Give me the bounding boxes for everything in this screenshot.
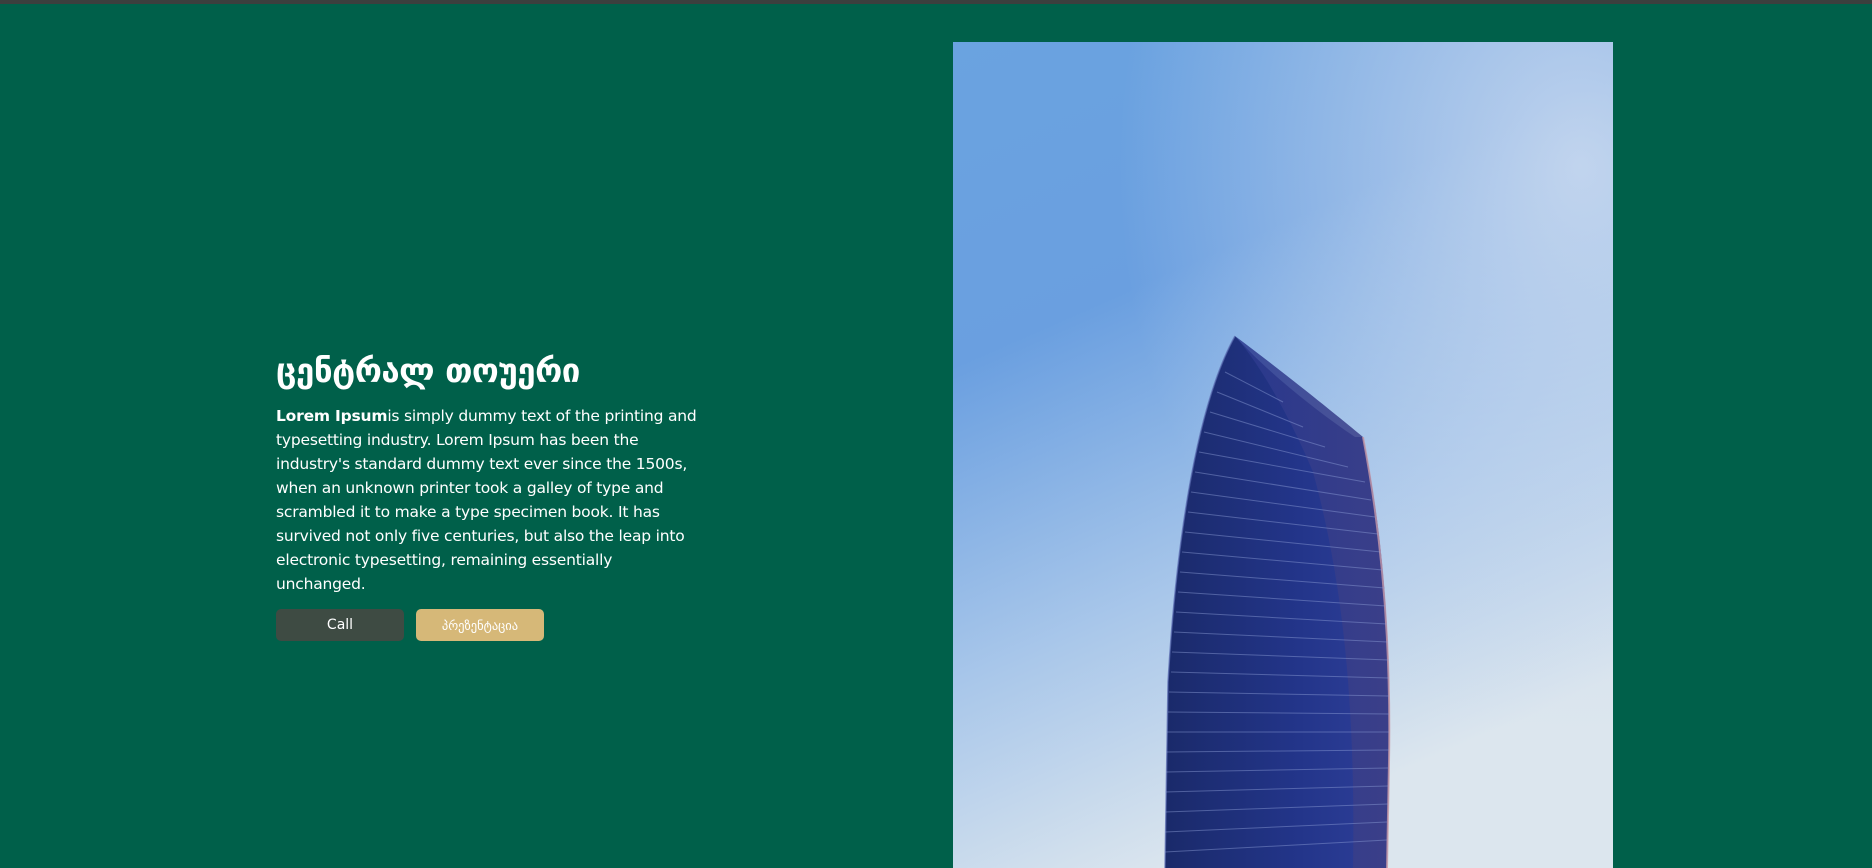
hero-text-block: ცენტრალ თოუერი Lorem Ipsumis simply dumm… xyxy=(276,348,706,641)
hero-description-bold: Lorem Ipsum xyxy=(276,407,388,425)
hero-button-row: Call პრეზენტაცია xyxy=(276,609,706,641)
hero-title: ცენტრალ თოუერი xyxy=(276,351,580,390)
call-button[interactable]: Call xyxy=(276,609,404,641)
tower-photo xyxy=(953,42,1613,868)
hero-description-text: is simply dummy text of the printing and… xyxy=(276,407,697,593)
presentation-button[interactable]: პრეზენტაცია xyxy=(416,609,544,641)
hero-description: Lorem Ipsumis simply dummy text of the p… xyxy=(276,404,706,596)
tower-photo-illustration xyxy=(953,42,1613,868)
browser-top-bar xyxy=(0,0,1872,4)
